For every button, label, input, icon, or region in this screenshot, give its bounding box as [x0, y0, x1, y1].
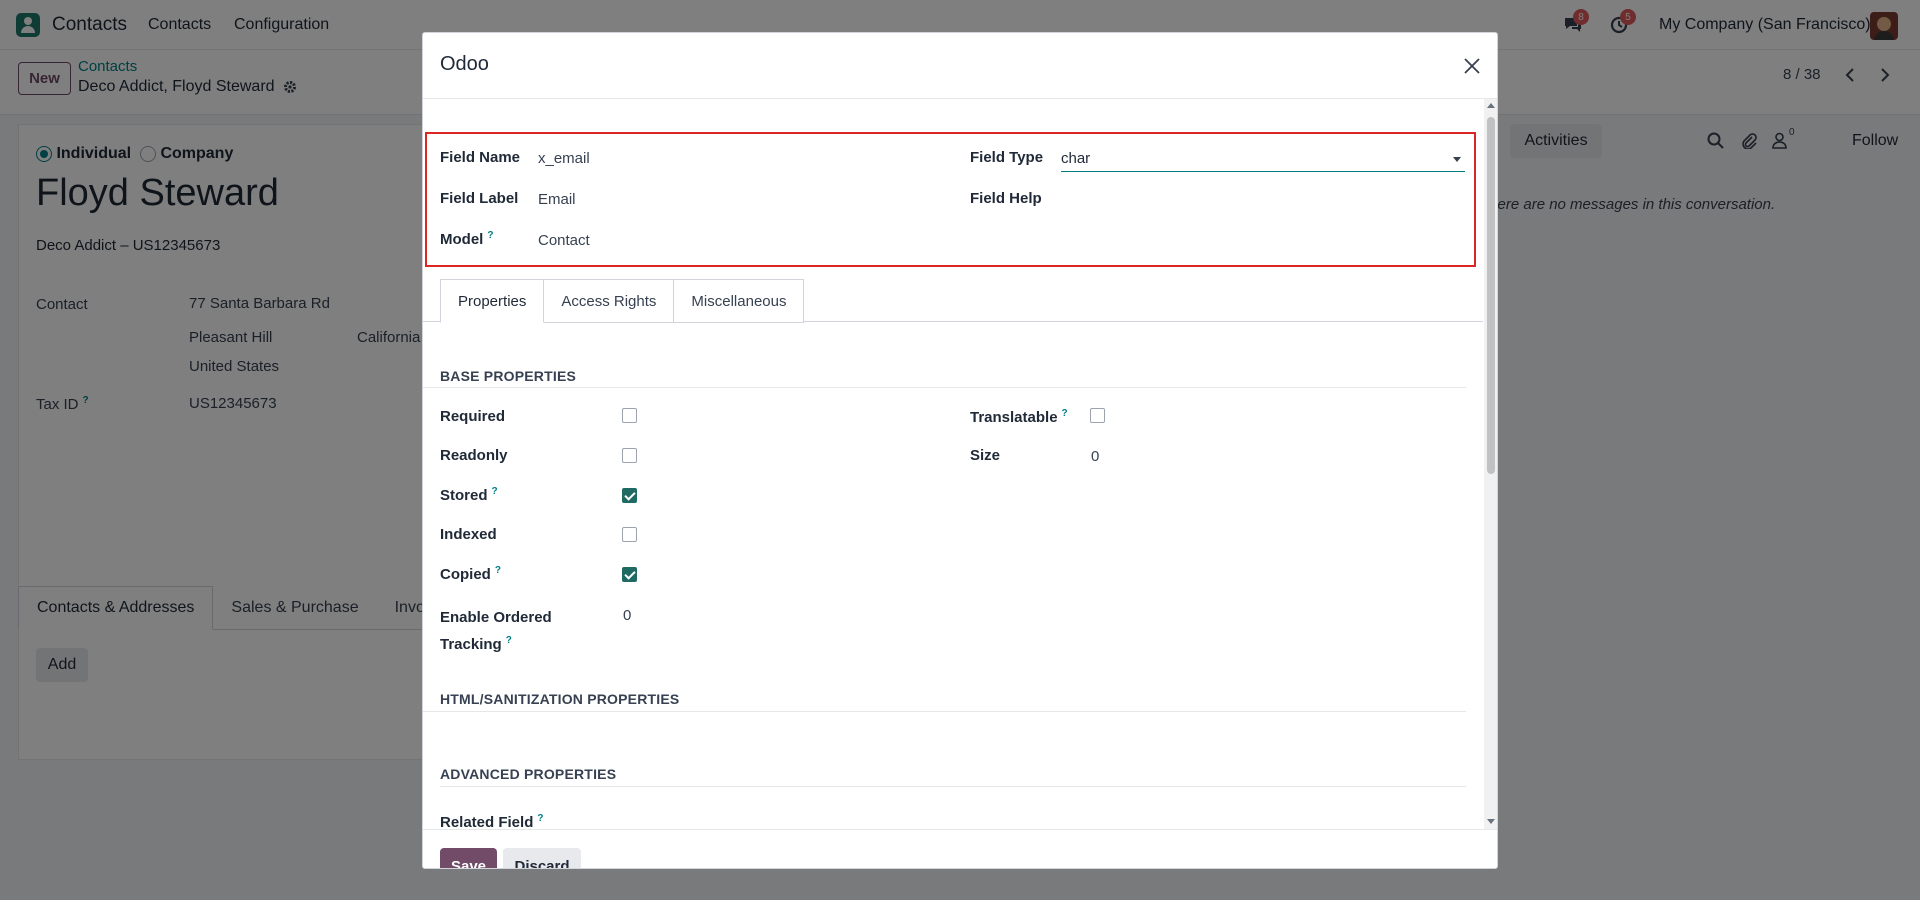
ordered-tracking-help-icon[interactable]: ?: [506, 635, 512, 646]
indexed-checkbox[interactable]: [622, 527, 637, 542]
field-type-value: char: [1061, 150, 1091, 167]
field-type-select[interactable]: char: [1061, 146, 1465, 172]
dialog-tabs: Properties Access Rights Miscellaneous: [440, 279, 1483, 323]
chevron-down-icon: [1453, 157, 1461, 162]
html-section-title: HTML/SANITIZATION PROPERTIES: [440, 691, 680, 707]
readonly-checkbox[interactable]: [622, 448, 637, 463]
advanced-section-divider: [440, 786, 1466, 787]
dialog-scrollbar[interactable]: [1484, 99, 1497, 829]
ordered-tracking-value[interactable]: 0: [623, 607, 631, 624]
indexed-label: Indexed: [440, 526, 497, 543]
base-properties-divider: [423, 387, 1466, 388]
scroll-down-arrow[interactable]: [1487, 819, 1495, 824]
related-field-label-text: Related Field: [440, 814, 534, 829]
tab-properties[interactable]: Properties: [440, 279, 545, 323]
ordered-tracking-label-line-2: Tracking: [440, 636, 502, 653]
tab-miscellaneous[interactable]: Miscellaneous: [674, 279, 805, 323]
model-label: Model?: [440, 230, 493, 248]
model-help-icon[interactable]: ?: [487, 230, 493, 241]
dialog-header: Odoo: [423, 33, 1497, 99]
translatable-label: Translatable?: [970, 408, 1068, 426]
field-label-label: Field Label: [440, 190, 519, 207]
stored-help-icon[interactable]: ?: [492, 486, 498, 497]
save-button[interactable]: Save: [440, 848, 497, 868]
copied-label-text: Copied: [440, 566, 491, 583]
copied-checkbox[interactable]: [622, 567, 637, 582]
model-label-text: Model: [440, 231, 484, 248]
model-value[interactable]: Contact: [538, 232, 590, 249]
translatable-checkbox[interactable]: [1090, 408, 1105, 423]
html-section-divider: [423, 711, 1466, 712]
ordered-tracking-label-line-1: Enable Ordered: [440, 609, 552, 626]
discard-button[interactable]: Discard: [503, 848, 581, 868]
size-label: Size: [970, 447, 1001, 464]
dialog-footer: Save Discard: [423, 829, 1497, 868]
copied-help-icon[interactable]: ?: [495, 565, 501, 576]
field-label-value[interactable]: Email: [538, 191, 576, 208]
field-help-input[interactable]: [1061, 186, 1465, 212]
required-label: Required: [440, 408, 506, 425]
stored-checkbox[interactable]: [622, 488, 637, 503]
scroll-up-arrow[interactable]: [1487, 103, 1495, 108]
stored-label: Stored?: [440, 486, 498, 504]
ordered-tracking-label: Enable Ordered Tracking?: [440, 606, 552, 656]
scroll-thumb[interactable]: [1487, 117, 1495, 474]
readonly-label: Readonly: [440, 447, 508, 464]
dialog-body: Field Name x_email Field Label Email Mod…: [423, 99, 1483, 829]
close-button[interactable]: [1459, 53, 1485, 79]
related-field-label: Related Field?: [440, 813, 543, 829]
translatable-help-icon[interactable]: ?: [1062, 408, 1068, 419]
field-dialog: Odoo Field Name x_email Field Label Emai…: [422, 32, 1498, 869]
base-properties-title: BASE PROPERTIES: [440, 368, 577, 384]
field-help-label: Field Help: [970, 190, 1042, 207]
size-value[interactable]: 0: [1091, 448, 1099, 465]
field-name-value[interactable]: x_email: [538, 150, 590, 167]
required-checkbox[interactable]: [622, 408, 637, 423]
field-type-label: Field Type: [970, 149, 1044, 166]
dialog-title: Odoo: [440, 53, 489, 75]
stored-label-text: Stored: [440, 487, 488, 504]
field-name-label: Field Name: [440, 149, 521, 166]
translatable-label-text: Translatable: [970, 409, 1058, 426]
close-icon: [1464, 58, 1480, 74]
advanced-section-title: ADVANCED PROPERTIES: [440, 766, 617, 782]
tab-access-rights[interactable]: Access Rights: [544, 279, 675, 323]
related-field-help-icon[interactable]: ?: [537, 813, 543, 824]
copied-label: Copied?: [440, 565, 501, 583]
